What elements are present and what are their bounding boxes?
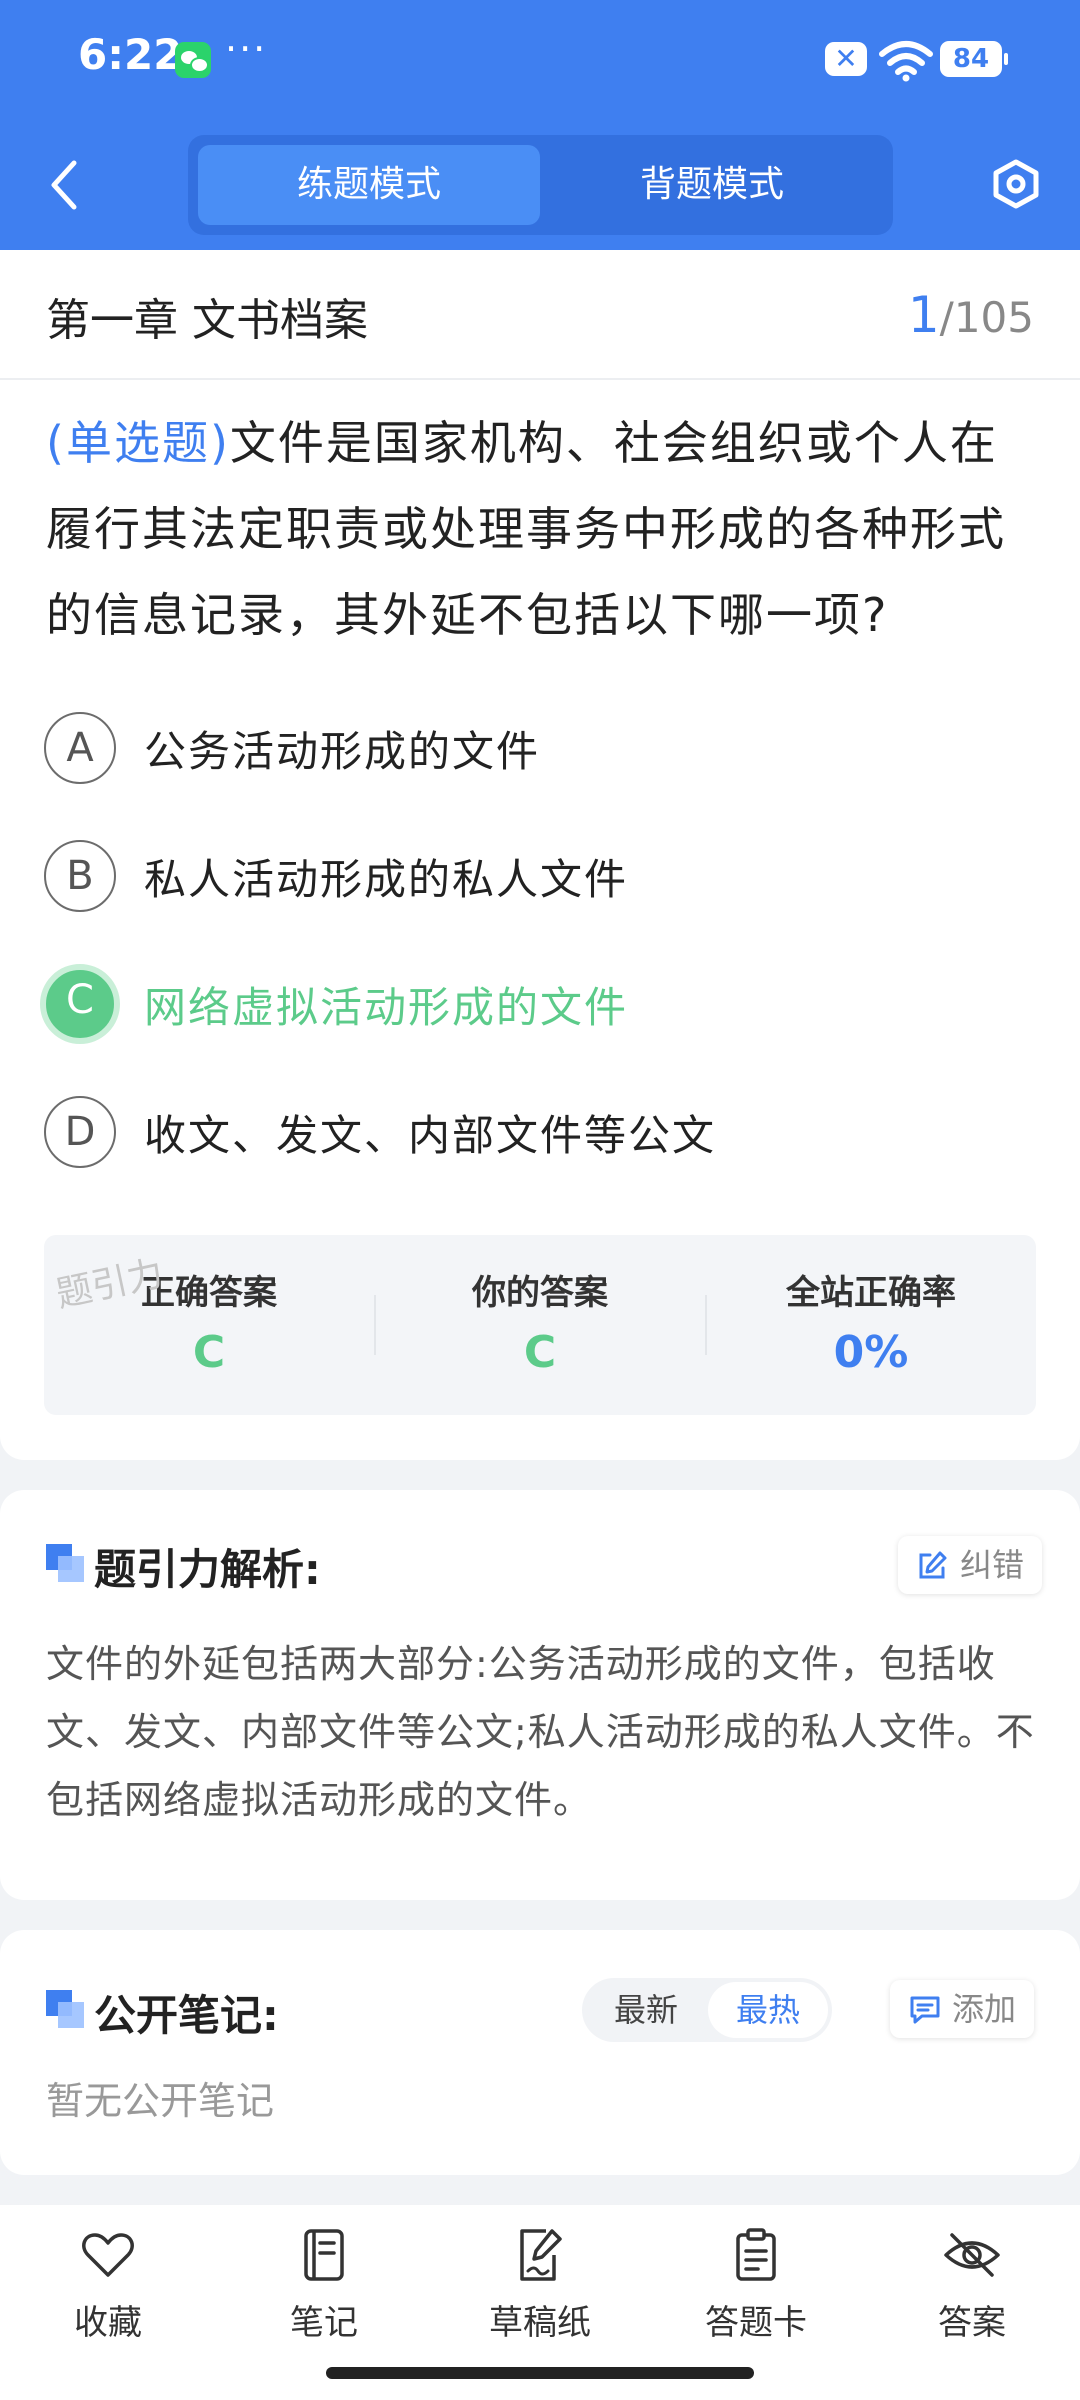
draft-icon [520,2229,562,2281]
sort-hot[interactable]: 最热 [708,1982,828,2038]
battery-indicator: 84 [940,41,1008,77]
current-question-number: 1 [907,286,940,344]
tab-memorize-mode[interactable]: 背题模式 [541,145,883,225]
tab-label: 收藏 [74,2303,142,2343]
tab-label: 草稿纸 [489,2303,591,2343]
comment-icon [910,1996,940,2024]
mode-switch: 练题模式 背题模式 [188,135,893,235]
clipboard-icon [736,2228,776,2281]
settings-hexagon-icon[interactable] [990,158,1042,210]
question-type: (单选题) [46,416,230,470]
more-notifications-icon: ··· [225,27,268,71]
option-b[interactable]: B 私人活动形成的私人文件 [44,838,1034,918]
section-marker-icon [46,1990,84,2028]
option-c[interactable]: C 网络虚拟活动形成的文件 [40,964,1034,1046]
question-text: (单选题)文件是国家机构、社会组织或个人在履行其法定职责或处理事务中形成的各种形… [46,400,1036,658]
public-notes-card: 公开笔记: 最新 最热 添加 暂无公开笔记 [0,1930,1080,2175]
tab-practice-mode[interactable]: 练题模式 [198,145,540,225]
wifi-icon [879,41,933,82]
home-indicator[interactable] [326,2367,754,2379]
notes-title: 公开笔记: [94,1991,279,2040]
section-marker-icon [46,1544,84,1582]
option-text: 公务活动形成的文件 [144,727,541,776]
status-time: 6:22 [78,30,183,79]
sort-latest[interactable]: 最新 [586,1982,706,2038]
tab-label: 笔记 [290,2303,358,2343]
stat-value: C [523,1327,557,1378]
option-letter: B [44,840,116,912]
option-d[interactable]: D 收文、发文、内部文件等公文 [44,1094,1034,1174]
option-letter: D [44,1096,116,1168]
empty-notes-text: 暂无公开笔记 [46,2079,275,2123]
chapter-title: 第一章 文书档案 [46,295,368,346]
analysis-title: 题引力解析: [94,1545,321,1594]
stat-value: C [192,1327,226,1378]
stat-label: 全站正确率 [786,1273,956,1313]
option-text: 网络虚拟活动形成的文件 [144,983,629,1032]
notes-sort-toggle: 最新 最热 [582,1978,832,2042]
divider [0,378,1080,380]
tab-favorite[interactable]: 收藏 [28,2225,188,2365]
back-arrow-icon[interactable] [44,155,84,215]
tab-draft-paper[interactable]: 草稿纸 [460,2225,620,2365]
stat-your-answer: 你的答案 C [375,1235,705,1415]
question-progress: 1/105 [908,286,1034,344]
notebook-icon [304,2229,344,2281]
option-a[interactable]: A 公务活动形成的文件 [44,710,1034,790]
no-sim-icon: ✕ [825,42,867,76]
tab-answer[interactable]: 答案 [892,2225,1052,2365]
option-letter: A [44,712,116,784]
stat-value: 0% [833,1327,909,1378]
report-error-label: 纠错 [960,1546,1025,1584]
heart-icon [82,2233,134,2277]
tab-answer-card[interactable]: 答题卡 [676,2225,836,2365]
add-note-button[interactable]: 添加 [890,1980,1035,2038]
bottom-toolbar: 收藏 笔记 草稿纸 答题卡 答案 [0,2205,1080,2400]
add-note-label: 添加 [952,1990,1017,2028]
option-letter: C [40,964,120,1044]
analysis-card: 题引力解析: 纠错 文件的外延包括两大部分:公务活动形成的文件，包括收文、发文、… [0,1490,1080,1900]
tab-notes[interactable]: 笔记 [244,2225,404,2365]
option-text: 收文、发文、内部文件等公文 [144,1111,717,1160]
stat-label: 你的答案 [472,1273,608,1313]
answer-stats: 正确答案 C 你的答案 C 全站正确率 0% [44,1235,1036,1415]
tab-label: 答题卡 [705,2303,807,2343]
status-bar: 6:22 ··· ✕ 84 [0,0,1080,120]
question-card: 第一章 文书档案 1/105 (单选题)文件是国家机构、社会组织或个人在履行其法… [0,250,1080,1460]
option-text: 私人活动形成的私人文件 [144,855,629,904]
edit-icon [919,1551,947,1579]
stat-accuracy-rate: 全站正确率 0% [706,1235,1036,1415]
report-error-button[interactable]: 纠错 [898,1536,1043,1594]
total-questions: /105 [939,293,1034,342]
wechat-icon [175,42,211,78]
eye-off-icon [944,2233,1000,2277]
top-header: 6:22 ··· ✕ 84 练题模式 背题模式 [0,0,1080,250]
analysis-text: 文件的外延包括两大部分:公务活动形成的文件，包括收文、发文、内部文件等公文;私人… [46,1642,1035,1822]
tab-label: 答案 [938,2303,1006,2343]
